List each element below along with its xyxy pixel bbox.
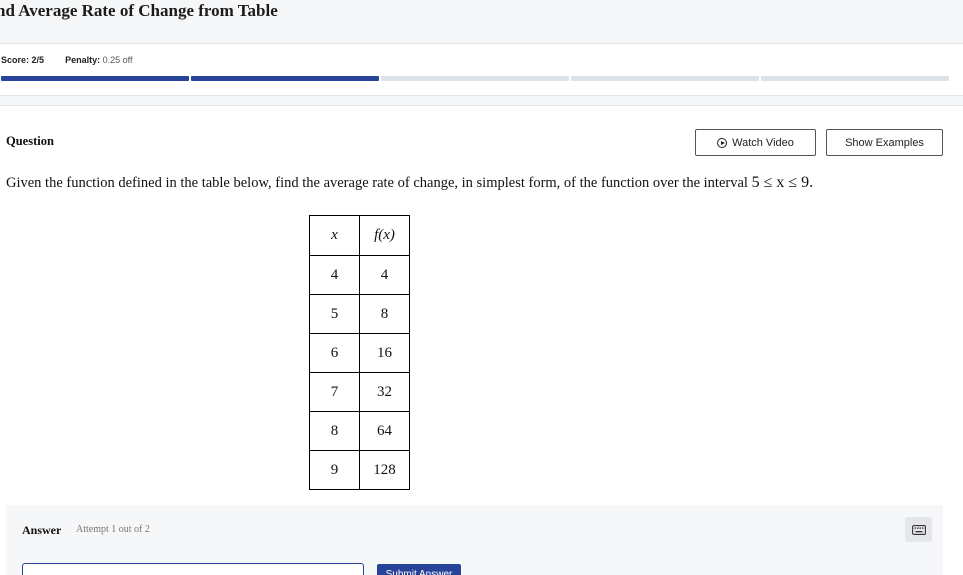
table-cell-fx: 8 [359,294,410,334]
table-cell-x: 8 [309,411,360,451]
table-cell-x: 6 [309,333,360,373]
section-divider [0,95,963,106]
table-row: 9 128 [309,450,410,490]
page-title: nd Average Rate of Change from Table [0,1,278,20]
progress-segment [191,76,379,81]
header-bar: nd Average Rate of Change from Table [0,0,963,44]
keyboard-icon [911,524,926,535]
question-body: Given the function defined in the table … [6,175,748,191]
table-row: 5 8 [309,294,410,334]
show-examples-button[interactable]: Show Examples [826,129,943,156]
table-cell-x: 9 [309,450,360,490]
show-examples-label: Show Examples [845,136,924,149]
table-cell-x: 5 [309,294,360,334]
table-row: 4 4 [309,255,410,295]
progress-segment [1,76,189,81]
progress-segment [381,76,569,81]
progress-segment [761,76,949,81]
progress-bar [1,76,949,81]
table-cell-fx: 4 [359,255,410,295]
keyboard-toggle-button[interactable] [905,517,932,542]
progress-segment [571,76,759,81]
score-row: Score: 2/5 Penalty: 0.25 off [1,55,132,65]
answer-label: Answer [22,523,62,537]
watch-video-button[interactable]: Watch Video [695,129,816,156]
table-header-row: x f(x) [309,215,410,256]
watch-video-label: Watch Video [732,136,794,149]
table-header-fx: f(x) [359,215,410,256]
penalty-label: Penalty: [65,55,101,65]
attempt-counter: Attempt 1 out of 2 [76,524,150,535]
table-row: 6 16 [309,333,410,373]
table-cell-x: 7 [309,372,360,412]
question-heading: Question [6,134,54,148]
table-cell-fx: 64 [359,411,410,451]
interval-expression: 5 ≤ x ≤ 9. [751,174,814,191]
table-cell-x: 4 [309,255,360,295]
question-text: Given the function defined in the table … [6,174,813,192]
function-table: x f(x) 4 4 5 8 6 16 7 32 8 64 9 128 [309,215,410,490]
table-cell-fx: 128 [359,450,410,490]
table-header-x: x [309,215,360,256]
penalty-value: 0.25 off [102,55,133,65]
table-cell-fx: 32 [359,372,410,412]
answer-panel: Answer Attempt 1 out of 2 Submit Answer [6,505,943,575]
table-cell-fx: 16 [359,333,410,373]
score-label: Score: [1,55,30,65]
score-value: 2/5 [31,55,45,65]
answer-input[interactable] [22,563,364,575]
table-row: 8 64 [309,411,410,451]
play-icon [717,137,728,148]
table-row: 7 32 [309,372,410,412]
submit-answer-button[interactable]: Submit Answer [377,564,461,575]
